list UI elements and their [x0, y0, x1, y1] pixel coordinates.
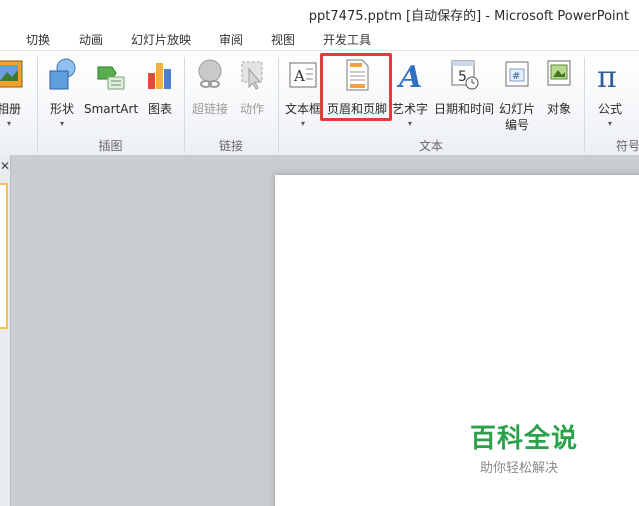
tab-slideshow[interactable]: 幻灯片放映	[131, 31, 191, 48]
svg-text:π: π	[597, 60, 617, 93]
chevron-down-icon: ▾	[607, 119, 612, 128]
object-icon	[547, 60, 571, 86]
wordart-button[interactable]: A 艺术字 ▾	[390, 57, 430, 135]
close-icon[interactable]: ✕	[0, 159, 10, 173]
chevron-down-icon: ▾	[6, 119, 11, 128]
shapes-icon	[49, 58, 76, 90]
object-button[interactable]: 对象	[540, 57, 578, 135]
window-title: ppt7475.pptm [自动保存的] - Microsoft PowerPo…	[308, 9, 629, 24]
calendar-clock-icon: 5	[451, 60, 479, 90]
powerpoint-window: ppt7475.pptm [自动保存的] - Microsoft PowerPo…	[0, 0, 639, 506]
tab-view[interactable]: 视图	[271, 31, 295, 48]
smartart-icon	[97, 66, 125, 90]
pi-icon: π	[597, 60, 617, 93]
slide-number-label-line1: 幻灯片	[498, 102, 535, 116]
photo-album-icon	[0, 60, 23, 88]
group-separator	[584, 57, 585, 153]
group-illustrations-label: 插图	[98, 139, 123, 153]
shapes-button[interactable]: 形状 ▾	[44, 57, 80, 135]
smartart-label: SmartArt	[84, 102, 139, 116]
globe-link-icon	[198, 59, 222, 88]
hyperlink-label: 超链接	[191, 102, 228, 116]
chart-label: 图表	[147, 102, 172, 116]
photo-album-label: 相册	[0, 102, 21, 116]
group-links-label: 链接	[218, 139, 243, 153]
equation-button[interactable]: π 公式 ▾	[592, 57, 628, 135]
hyperlink-button[interactable]: 超链接	[190, 57, 230, 135]
photo-album-button[interactable]: 相册 ▾	[0, 57, 26, 135]
action-button[interactable]: 动作	[234, 57, 270, 135]
group-symbols-label: 符号	[616, 139, 639, 153]
watermark-main-text: 百科全说	[470, 424, 579, 454]
highlight-box	[320, 53, 392, 121]
chart-button[interactable]: 图表	[140, 57, 180, 135]
slide-number-label-line2: 编号	[504, 118, 529, 132]
watermark: 百科全说 助你轻松解决	[470, 418, 620, 476]
ribbon-tabs: 切换 动画 幻灯片放映 审阅 视图 开发工具	[0, 26, 639, 50]
tab-developer[interactable]: 开发工具	[323, 31, 371, 48]
smartart-button[interactable]: SmartArt	[84, 57, 138, 135]
tab-animations[interactable]: 动画	[79, 31, 103, 48]
action-icon	[241, 61, 263, 90]
chevron-down-icon: ▾	[59, 119, 64, 128]
action-label: 动作	[239, 102, 264, 116]
textbox-icon: A	[289, 62, 317, 88]
date-time-button[interactable]: 5 日期和时间	[432, 57, 496, 135]
date-time-label: 日期和时间	[433, 102, 494, 116]
wordart-label: 艺术字	[391, 102, 428, 116]
svg-text:A: A	[396, 60, 422, 93]
textbox-button[interactable]: A 文本框 ▾	[282, 57, 324, 135]
slide-number-icon: #	[505, 61, 529, 87]
shapes-label: 形状	[49, 102, 74, 116]
svg-text:#: #	[512, 71, 520, 82]
object-label: 对象	[546, 102, 571, 116]
wordart-icon: A	[396, 60, 422, 93]
tab-review[interactable]: 审阅	[219, 31, 243, 48]
slide-number-button[interactable]: # 幻灯片 编号	[497, 57, 537, 135]
bar-chart-icon	[148, 63, 171, 89]
equation-label: 公式	[597, 102, 622, 116]
textbox-label: 文本框	[284, 102, 321, 116]
tab-transitions[interactable]: 切换	[26, 31, 50, 48]
svg-text:A: A	[293, 67, 305, 85]
chevron-down-icon: ▾	[300, 119, 305, 128]
chevron-down-icon: ▾	[407, 119, 412, 128]
title-bar: ppt7475.pptm [自动保存的] - Microsoft PowerPo…	[0, 0, 639, 26]
slide-thumbnail[interactable]	[0, 183, 8, 329]
group-text-label: 文本	[418, 139, 443, 153]
slide-thumbnails-pane: ✕	[0, 155, 11, 506]
watermark-sub-text: 助你轻松解决	[480, 461, 559, 476]
